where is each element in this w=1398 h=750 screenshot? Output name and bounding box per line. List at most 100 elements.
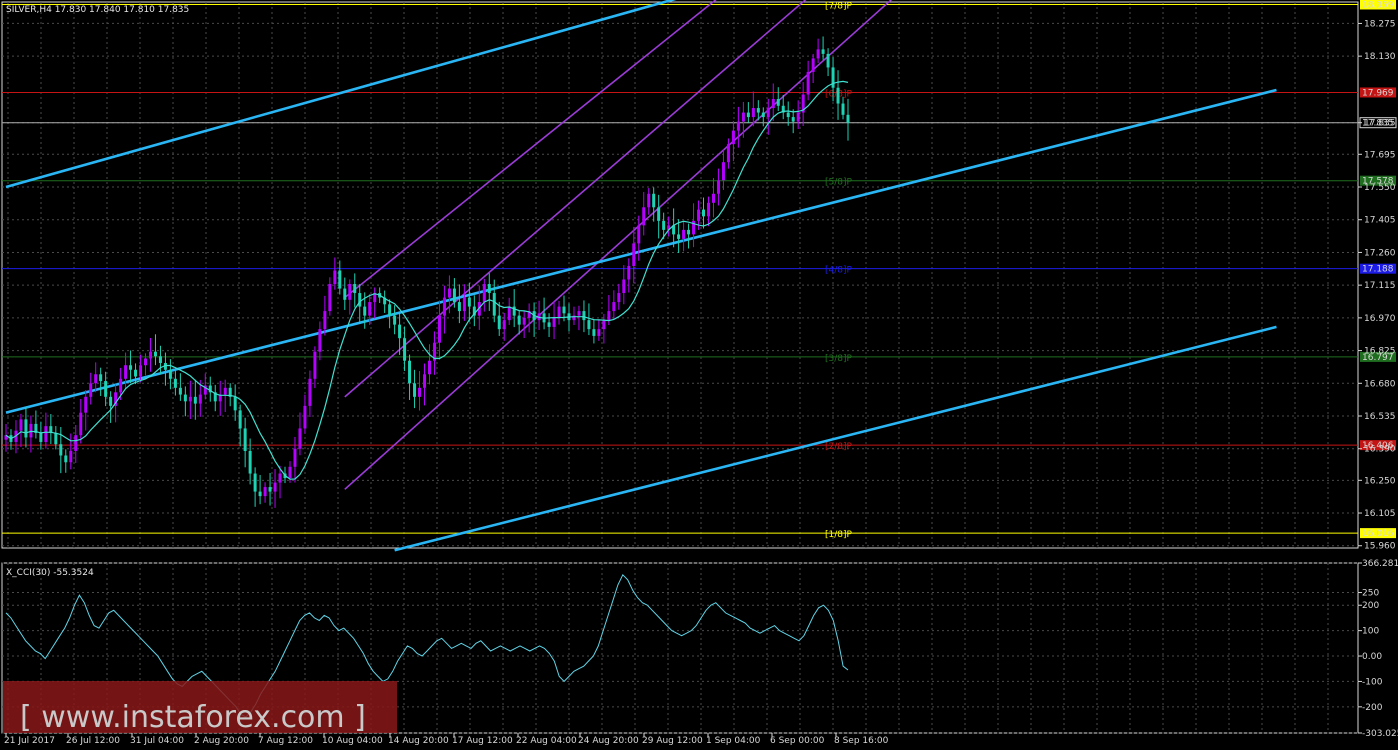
cci-tick-label: -200 bbox=[1362, 703, 1383, 713]
candle-body bbox=[682, 229, 686, 239]
cci-tick-label: 200 bbox=[1362, 601, 1379, 611]
candle-body bbox=[278, 473, 282, 483]
candle-body bbox=[607, 311, 611, 321]
candle-body bbox=[582, 311, 586, 321]
candle-body bbox=[298, 428, 302, 449]
candle-body bbox=[388, 304, 392, 316]
candle-body bbox=[59, 444, 63, 456]
cci-tick-label: -100 bbox=[1362, 677, 1383, 687]
candle-body bbox=[64, 455, 68, 463]
time-tick-label: 7 Aug 12:00 bbox=[258, 736, 313, 746]
candle-body bbox=[697, 209, 701, 221]
candle-body bbox=[79, 412, 83, 436]
price-tick-label: 17.550 bbox=[1364, 183, 1396, 193]
price-tick-label: 18.275 bbox=[1364, 19, 1396, 29]
candle-body bbox=[826, 53, 830, 68]
time-tick-label: 14 Aug 20:00 bbox=[388, 736, 449, 746]
candle-body bbox=[183, 394, 187, 402]
candle-body bbox=[442, 297, 446, 316]
cci-tick-label: 250 bbox=[1362, 589, 1379, 599]
candle-body bbox=[263, 487, 267, 497]
candle-body bbox=[193, 396, 197, 404]
candle-body bbox=[552, 317, 556, 327]
candle-body bbox=[119, 378, 123, 393]
candle-body bbox=[148, 351, 152, 359]
candle-body bbox=[403, 338, 407, 361]
murrey-level-label: [1/8]P bbox=[825, 530, 853, 540]
candle-body bbox=[268, 487, 272, 492]
candle-body bbox=[627, 265, 631, 280]
candle-body bbox=[89, 383, 93, 397]
candle-body bbox=[612, 302, 616, 312]
candle-body bbox=[687, 229, 691, 235]
candle-body bbox=[29, 423, 33, 438]
candle-body bbox=[19, 419, 23, 431]
candle-body bbox=[248, 450, 252, 474]
candle-body bbox=[632, 243, 636, 266]
candle-body bbox=[408, 360, 412, 384]
candle-body bbox=[746, 112, 750, 118]
price-tick-label: 17.405 bbox=[1364, 216, 1396, 226]
watermark-text: [ www.instaforex.com ] bbox=[20, 700, 366, 735]
time-tick-label: 26 Jul 12:00 bbox=[66, 736, 120, 746]
candle-body bbox=[423, 374, 427, 388]
candle-body bbox=[99, 374, 103, 382]
candle-body bbox=[427, 360, 431, 375]
cci-tick-label: 0.00 bbox=[1362, 652, 1382, 662]
candle-body bbox=[642, 207, 646, 226]
candle-body bbox=[323, 311, 327, 330]
murrey-price-label: 17.969 bbox=[1362, 88, 1394, 98]
candle-body bbox=[547, 322, 551, 327]
candle-body bbox=[736, 121, 740, 131]
candle-body bbox=[657, 207, 661, 221]
candle-body bbox=[587, 320, 591, 330]
candle-body bbox=[358, 293, 362, 307]
candle-body bbox=[702, 209, 706, 217]
candle-body bbox=[846, 114, 850, 123]
candle-body bbox=[786, 112, 790, 118]
trend-line bbox=[5, 88, 1277, 414]
candle-body bbox=[158, 356, 162, 363]
candle-body bbox=[662, 220, 666, 230]
price-tick-label: 16.970 bbox=[1364, 314, 1396, 324]
candle-body bbox=[562, 306, 566, 314]
time-tick-label: 1 Sep 04:00 bbox=[706, 736, 761, 746]
candle-body bbox=[104, 381, 108, 397]
candle-body bbox=[776, 99, 780, 106]
chart-window: [7/8]P18.359[6/8]P17.969[5/8]P17.578[4/8… bbox=[0, 0, 1398, 750]
price-tick-label: 16.105 bbox=[1364, 509, 1396, 519]
candle-body bbox=[706, 202, 710, 217]
candle-body bbox=[791, 117, 795, 122]
candle-body bbox=[418, 387, 422, 397]
trend-line bbox=[5, 0, 677, 189]
candle-body bbox=[188, 396, 192, 402]
time-tick-label: 2 Aug 20:00 bbox=[194, 736, 249, 746]
main-panel-frame bbox=[1, 1, 1359, 549]
candle-body bbox=[726, 144, 730, 163]
murrey-price-label: 17.188 bbox=[1362, 265, 1394, 275]
candle-body bbox=[393, 315, 397, 325]
candle-body bbox=[447, 288, 451, 298]
candle-body bbox=[109, 396, 113, 406]
candle-body bbox=[173, 378, 177, 388]
candle-body bbox=[467, 297, 471, 307]
candle-body bbox=[124, 365, 128, 379]
candle-body bbox=[751, 108, 755, 118]
candle-body bbox=[462, 297, 466, 312]
candle-body bbox=[647, 193, 651, 208]
price-chart[interactable]: [7/8]P18.359[6/8]P17.969[5/8]P17.578[4/8… bbox=[0, 0, 1398, 750]
candle-body bbox=[129, 365, 133, 370]
time-tick-label: 10 Aug 04:00 bbox=[322, 736, 383, 746]
candle-body bbox=[258, 491, 262, 497]
candle-body bbox=[198, 394, 202, 404]
candle-body bbox=[233, 396, 237, 411]
cci-tick-label: 366.2811 bbox=[1362, 559, 1398, 569]
main-panel-title: SILVER,H4 17.830 17.840 17.810 17.835 bbox=[6, 5, 189, 15]
candle-body bbox=[811, 58, 815, 72]
candle-body bbox=[452, 288, 456, 303]
candle-body bbox=[153, 351, 157, 357]
candle-body bbox=[821, 49, 825, 54]
candle-body bbox=[253, 473, 257, 492]
candle-body bbox=[457, 302, 461, 312]
candle-body bbox=[139, 365, 143, 377]
